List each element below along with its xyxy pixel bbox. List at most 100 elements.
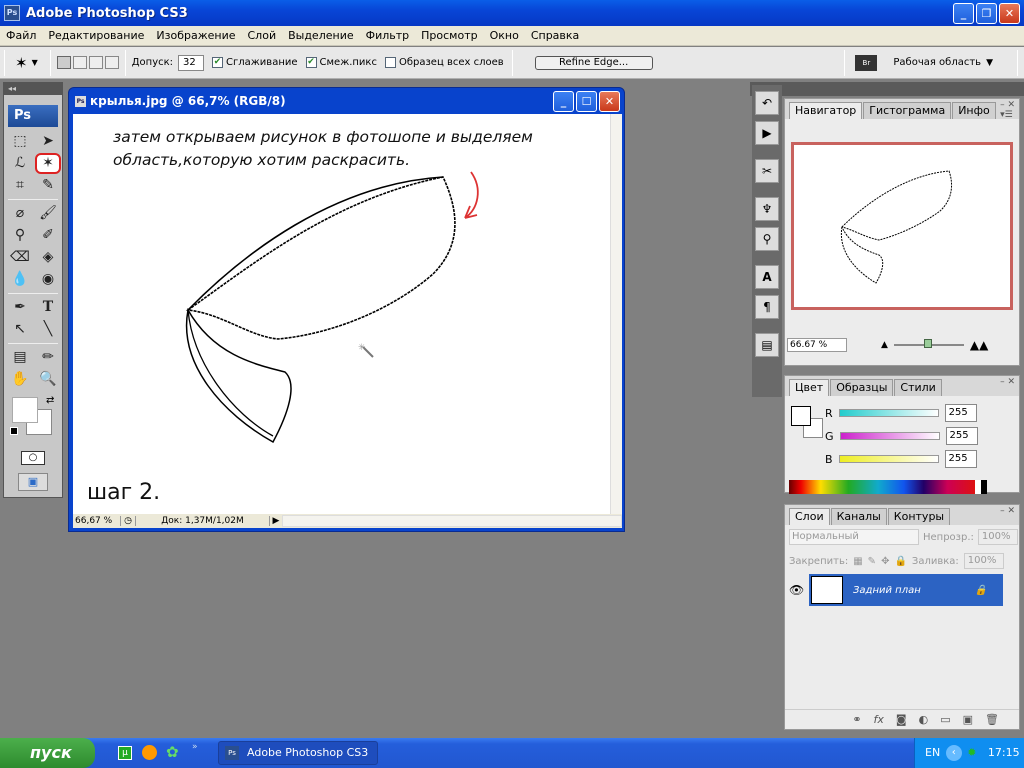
tab-navigator[interactable]: Навигатор: [789, 102, 863, 119]
document-canvas[interactable]: затем открываем рисунок в фотошопе и выд…: [73, 114, 610, 514]
horizontal-scrollbar[interactable]: [282, 515, 622, 527]
tool-preset-dropdown[interactable]: ▼: [32, 58, 38, 67]
brush-tool-icon[interactable]: 🖌: [35, 203, 61, 224]
doc-minimize-button[interactable]: _: [553, 91, 574, 112]
quick-mask-icon[interactable]: ○: [21, 451, 45, 465]
layer-name[interactable]: Задний план: [853, 585, 975, 596]
screen-mode-icon[interactable]: ▣: [18, 473, 48, 491]
b-slider[interactable]: [838, 455, 939, 463]
character-panel-icon[interactable]: A: [755, 265, 779, 289]
paint-bucket-icon[interactable]: ◈: [35, 247, 61, 268]
r-slider[interactable]: [838, 409, 939, 417]
tool-presets-icon[interactable]: ✂: [755, 159, 779, 183]
crop-tool-icon[interactable]: ⌗: [7, 175, 33, 196]
line-tool-icon[interactable]: ╲: [35, 319, 61, 340]
tab-info[interactable]: Инфо: [952, 102, 996, 119]
close-button[interactable]: ✕: [999, 3, 1020, 24]
opacity-input[interactable]: 100%: [977, 529, 1018, 545]
swap-colors-icon[interactable]: ⇄: [46, 395, 54, 406]
antialias-checkbox[interactable]: ✔: [212, 57, 224, 68]
tolerance-input[interactable]: 32: [178, 54, 205, 71]
menu-select[interactable]: Выделение: [282, 29, 360, 42]
clone-source-icon[interactable]: ⚲: [755, 227, 779, 251]
start-button[interactable]: пуск: [0, 738, 95, 768]
icq-icon[interactable]: ✿: [166, 743, 179, 761]
zoom-tool-icon[interactable]: 🔍: [35, 369, 61, 390]
menu-help[interactable]: Справка: [525, 29, 585, 42]
tab-histogram[interactable]: Гистограмма: [863, 102, 952, 119]
subtract-selection-icon[interactable]: [88, 56, 103, 69]
new-layer-icon[interactable]: ▣: [963, 713, 973, 726]
panel-menu-icon[interactable]: – ✕ ▾☰: [1000, 100, 1015, 120]
zoom-out-icon[interactable]: ▲: [881, 340, 888, 350]
layers-panel-menu-icon[interactable]: – ✕: [1000, 506, 1015, 516]
lock-all-icon[interactable]: 🔒: [894, 556, 906, 567]
tab-channels[interactable]: Каналы: [830, 508, 887, 525]
zoom-in-icon[interactable]: ▲▲: [970, 338, 988, 352]
tray-expand-icon[interactable]: ‹: [945, 745, 962, 761]
pen-tool-icon[interactable]: ✒: [7, 297, 33, 318]
restore-button[interactable]: ❐: [976, 3, 997, 24]
document-zoom-field[interactable]: 66,67 %: [73, 516, 121, 526]
add-selection-icon[interactable]: [72, 56, 87, 69]
add-mask-icon[interactable]: ◙: [896, 713, 907, 726]
color-fg-swatch[interactable]: [791, 406, 811, 426]
notes-tool-icon[interactable]: ▤: [7, 347, 33, 368]
layer-row[interactable]: Задний план 🔒: [809, 574, 1003, 606]
type-tool-icon[interactable]: T: [35, 297, 61, 318]
foreground-color-swatch[interactable]: [12, 397, 38, 423]
tab-swatches[interactable]: Образцы: [830, 379, 894, 396]
refine-edge-button[interactable]: Refine Edge...: [534, 55, 653, 70]
navigator-zoom-slider[interactable]: [893, 339, 964, 348]
hand-tool-icon[interactable]: ✋: [7, 369, 33, 390]
layer-style-fx-icon[interactable]: fx: [874, 713, 884, 726]
tab-color[interactable]: Цвет: [789, 379, 830, 396]
magic-wand-tool-icon[interactable]: ✶: [35, 153, 61, 174]
default-colors-icon[interactable]: [10, 427, 18, 435]
contiguous-checkbox[interactable]: ✔: [305, 57, 317, 68]
eraser-tool-icon[interactable]: ⌫: [7, 247, 33, 268]
taskbar-photoshop-button[interactable]: Ps Adobe Photoshop CS3: [218, 741, 378, 765]
layer-comps-icon[interactable]: ▤: [755, 333, 779, 357]
menu-file[interactable]: Файл: [0, 29, 42, 42]
color-spectrum[interactable]: [789, 480, 987, 494]
tab-styles[interactable]: Стили: [894, 379, 942, 396]
status-menu-arrow[interactable]: ▶: [270, 516, 282, 526]
menu-filter[interactable]: Фильтр: [360, 29, 416, 42]
quicklaunch-more-icon[interactable]: »: [192, 742, 198, 752]
history-panel-icon[interactable]: ↶: [755, 91, 779, 115]
g-slider[interactable]: [839, 432, 940, 440]
adjustment-layer-icon[interactable]: ◐: [919, 713, 929, 726]
link-layers-icon[interactable]: ⚭: [852, 713, 861, 726]
path-selection-icon[interactable]: ↖: [7, 319, 33, 340]
delete-layer-icon[interactable]: 🗑: [985, 713, 999, 726]
fill-input[interactable]: 100%: [963, 553, 1004, 569]
new-selection-icon[interactable]: [56, 56, 71, 69]
clone-stamp-icon[interactable]: ⚲: [7, 225, 33, 246]
healing-brush-icon[interactable]: ⌀: [7, 203, 33, 224]
r-value[interactable]: 255: [944, 404, 977, 422]
layer-visibility-eye-icon[interactable]: 👁: [789, 583, 804, 597]
menu-layer[interactable]: Слой: [242, 29, 283, 42]
history-brush-icon[interactable]: ✐: [35, 225, 61, 246]
move-tool-icon[interactable]: ➤: [35, 131, 61, 152]
blur-tool-icon[interactable]: 💧: [7, 269, 33, 290]
brushes-panel-icon[interactable]: ♆: [755, 197, 779, 221]
new-group-icon[interactable]: ▭: [940, 713, 950, 726]
lock-transparency-icon[interactable]: ▦: [853, 556, 862, 567]
paragraph-panel-icon[interactable]: ¶: [755, 295, 779, 319]
dodge-tool-icon[interactable]: ◉: [35, 269, 61, 290]
b-value[interactable]: 255: [944, 450, 977, 468]
bridge-icon[interactable]: Br: [855, 54, 878, 71]
sample-all-layers-checkbox[interactable]: [384, 57, 396, 68]
tab-paths[interactable]: Контуры: [887, 508, 951, 525]
menu-window[interactable]: Окно: [484, 29, 525, 42]
navigator-zoom-input[interactable]: 66.67 %: [787, 338, 847, 352]
slice-tool-icon[interactable]: ✎: [35, 175, 61, 196]
toolbox-collapse-icon[interactable]: ◂◂: [4, 83, 62, 95]
g-value[interactable]: 255: [945, 427, 978, 445]
magic-wand-icon[interactable]: ✶: [15, 54, 28, 72]
language-indicator[interactable]: EN: [925, 746, 940, 759]
lock-position-icon[interactable]: ✥: [881, 556, 889, 567]
blend-mode-select[interactable]: Нормальный: [789, 529, 919, 545]
